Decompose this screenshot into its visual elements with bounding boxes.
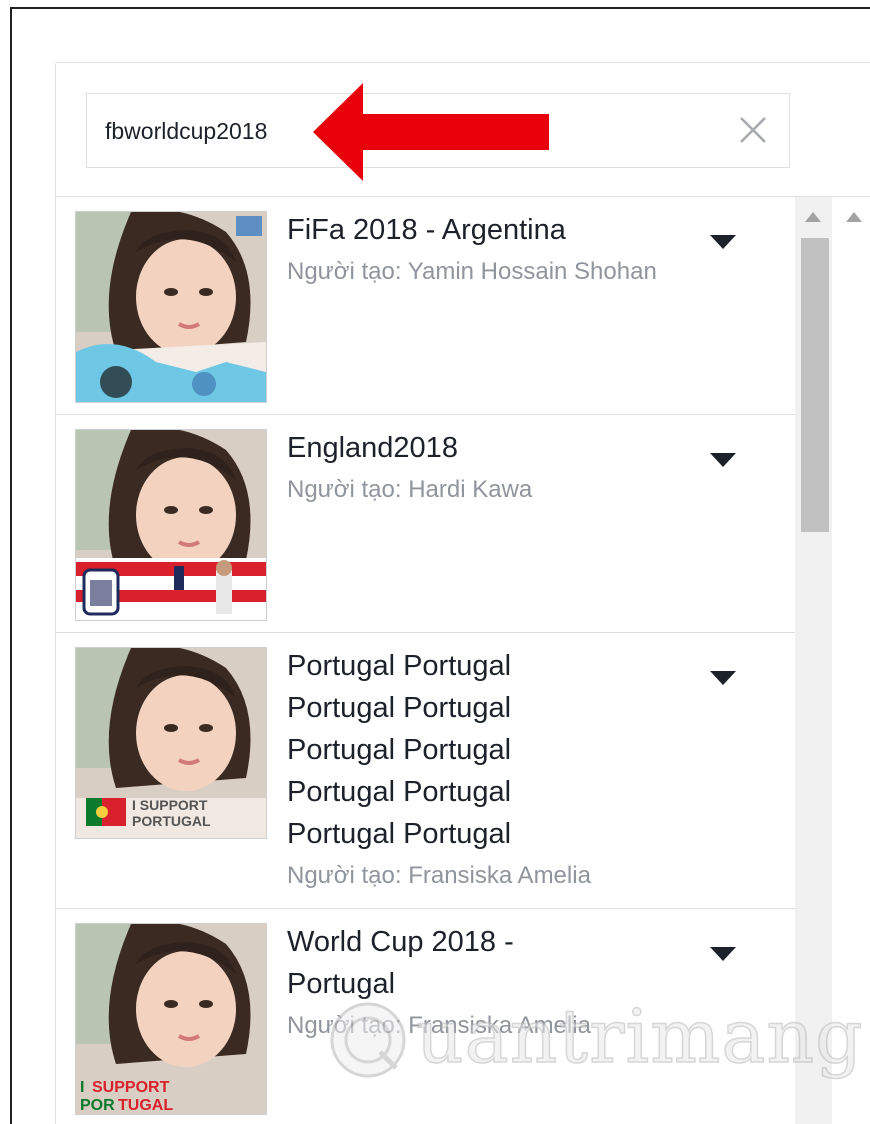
- window-frame-top: [10, 7, 870, 9]
- frame-title: World Cup 2018 - Portugal: [287, 926, 514, 1000]
- close-icon[interactable]: [735, 112, 771, 148]
- frame-creator: Người tạo: Hardi Kawa: [287, 471, 687, 509]
- creator-prefix: Người tạo:: [287, 1012, 409, 1039]
- creator-prefix: Người tạo:: [287, 258, 408, 285]
- search-input-value: fbworldcup2018: [105, 118, 268, 144]
- creator-name: Fransiska Amelia: [408, 1012, 591, 1039]
- caret-down-icon[interactable]: [710, 671, 736, 685]
- list-item[interactable]: FiFa 2018 - Argentina Người tạo: Yamin H…: [55, 197, 795, 415]
- frame-creator: Người tạo: Fransiska Amelia: [287, 857, 687, 895]
- frame-thumbnail-portugal: I SUPPORT PORTUGAL: [75, 647, 267, 839]
- frame-title: FiFa 2018 - Argentina: [287, 214, 566, 246]
- scroll-up-arrow-icon[interactable]: [846, 212, 862, 222]
- svg-text:TUGAL: TUGAL: [118, 1097, 173, 1114]
- scroll-up-arrow-icon[interactable]: [805, 212, 821, 222]
- creator-name: Fransiska Amelia: [408, 862, 591, 889]
- caret-down-icon[interactable]: [710, 235, 736, 249]
- svg-text:I: I: [80, 1079, 84, 1096]
- caret-down-icon[interactable]: [710, 453, 736, 467]
- svg-text:SUPPORT: SUPPORT: [92, 1079, 170, 1096]
- red-arrow-annotation: [313, 83, 549, 181]
- list-item[interactable]: I SUPPORT PORTUGAL Portugal Portugal Por…: [55, 633, 795, 909]
- frame-thumbnail-argentina: [75, 211, 267, 403]
- caret-down-icon[interactable]: [710, 947, 736, 961]
- list-item[interactable]: England2018 Người tạo: Hardi Kawa: [55, 415, 795, 633]
- creator-prefix: Người tạo:: [287, 862, 409, 889]
- creator-prefix: Người tạo:: [287, 476, 409, 503]
- svg-text:POR: POR: [80, 1097, 115, 1114]
- frame-thumbnail-portugal: I SUPPORT POR TUGAL: [75, 923, 267, 1115]
- creator-name: Yamin Hossain Shohan: [407, 258, 657, 285]
- svg-text:PORTUGAL: PORTUGAL: [132, 813, 211, 829]
- frame-title: Portugal Portugal Portugal Portugal Port…: [287, 650, 512, 850]
- list-item[interactable]: I SUPPORT POR TUGAL World Cup 2018 - Por…: [55, 909, 795, 1124]
- frame-creator: Người tạo: Fransiska Amelia: [287, 1007, 687, 1045]
- creator-name: Hardi Kawa: [408, 476, 533, 503]
- frame-title: England2018: [287, 432, 458, 464]
- scrollbar-thumb[interactable]: [801, 238, 829, 532]
- svg-text:I SUPPORT: I SUPPORT: [132, 797, 208, 813]
- window-frame-left: [10, 7, 12, 1124]
- frame-thumbnail-england: [75, 429, 267, 621]
- frame-creator: Người tạo: Yamin Hossain Shohan: [287, 253, 687, 291]
- results-list: FiFa 2018 - Argentina Người tạo: Yamin H…: [55, 197, 795, 1124]
